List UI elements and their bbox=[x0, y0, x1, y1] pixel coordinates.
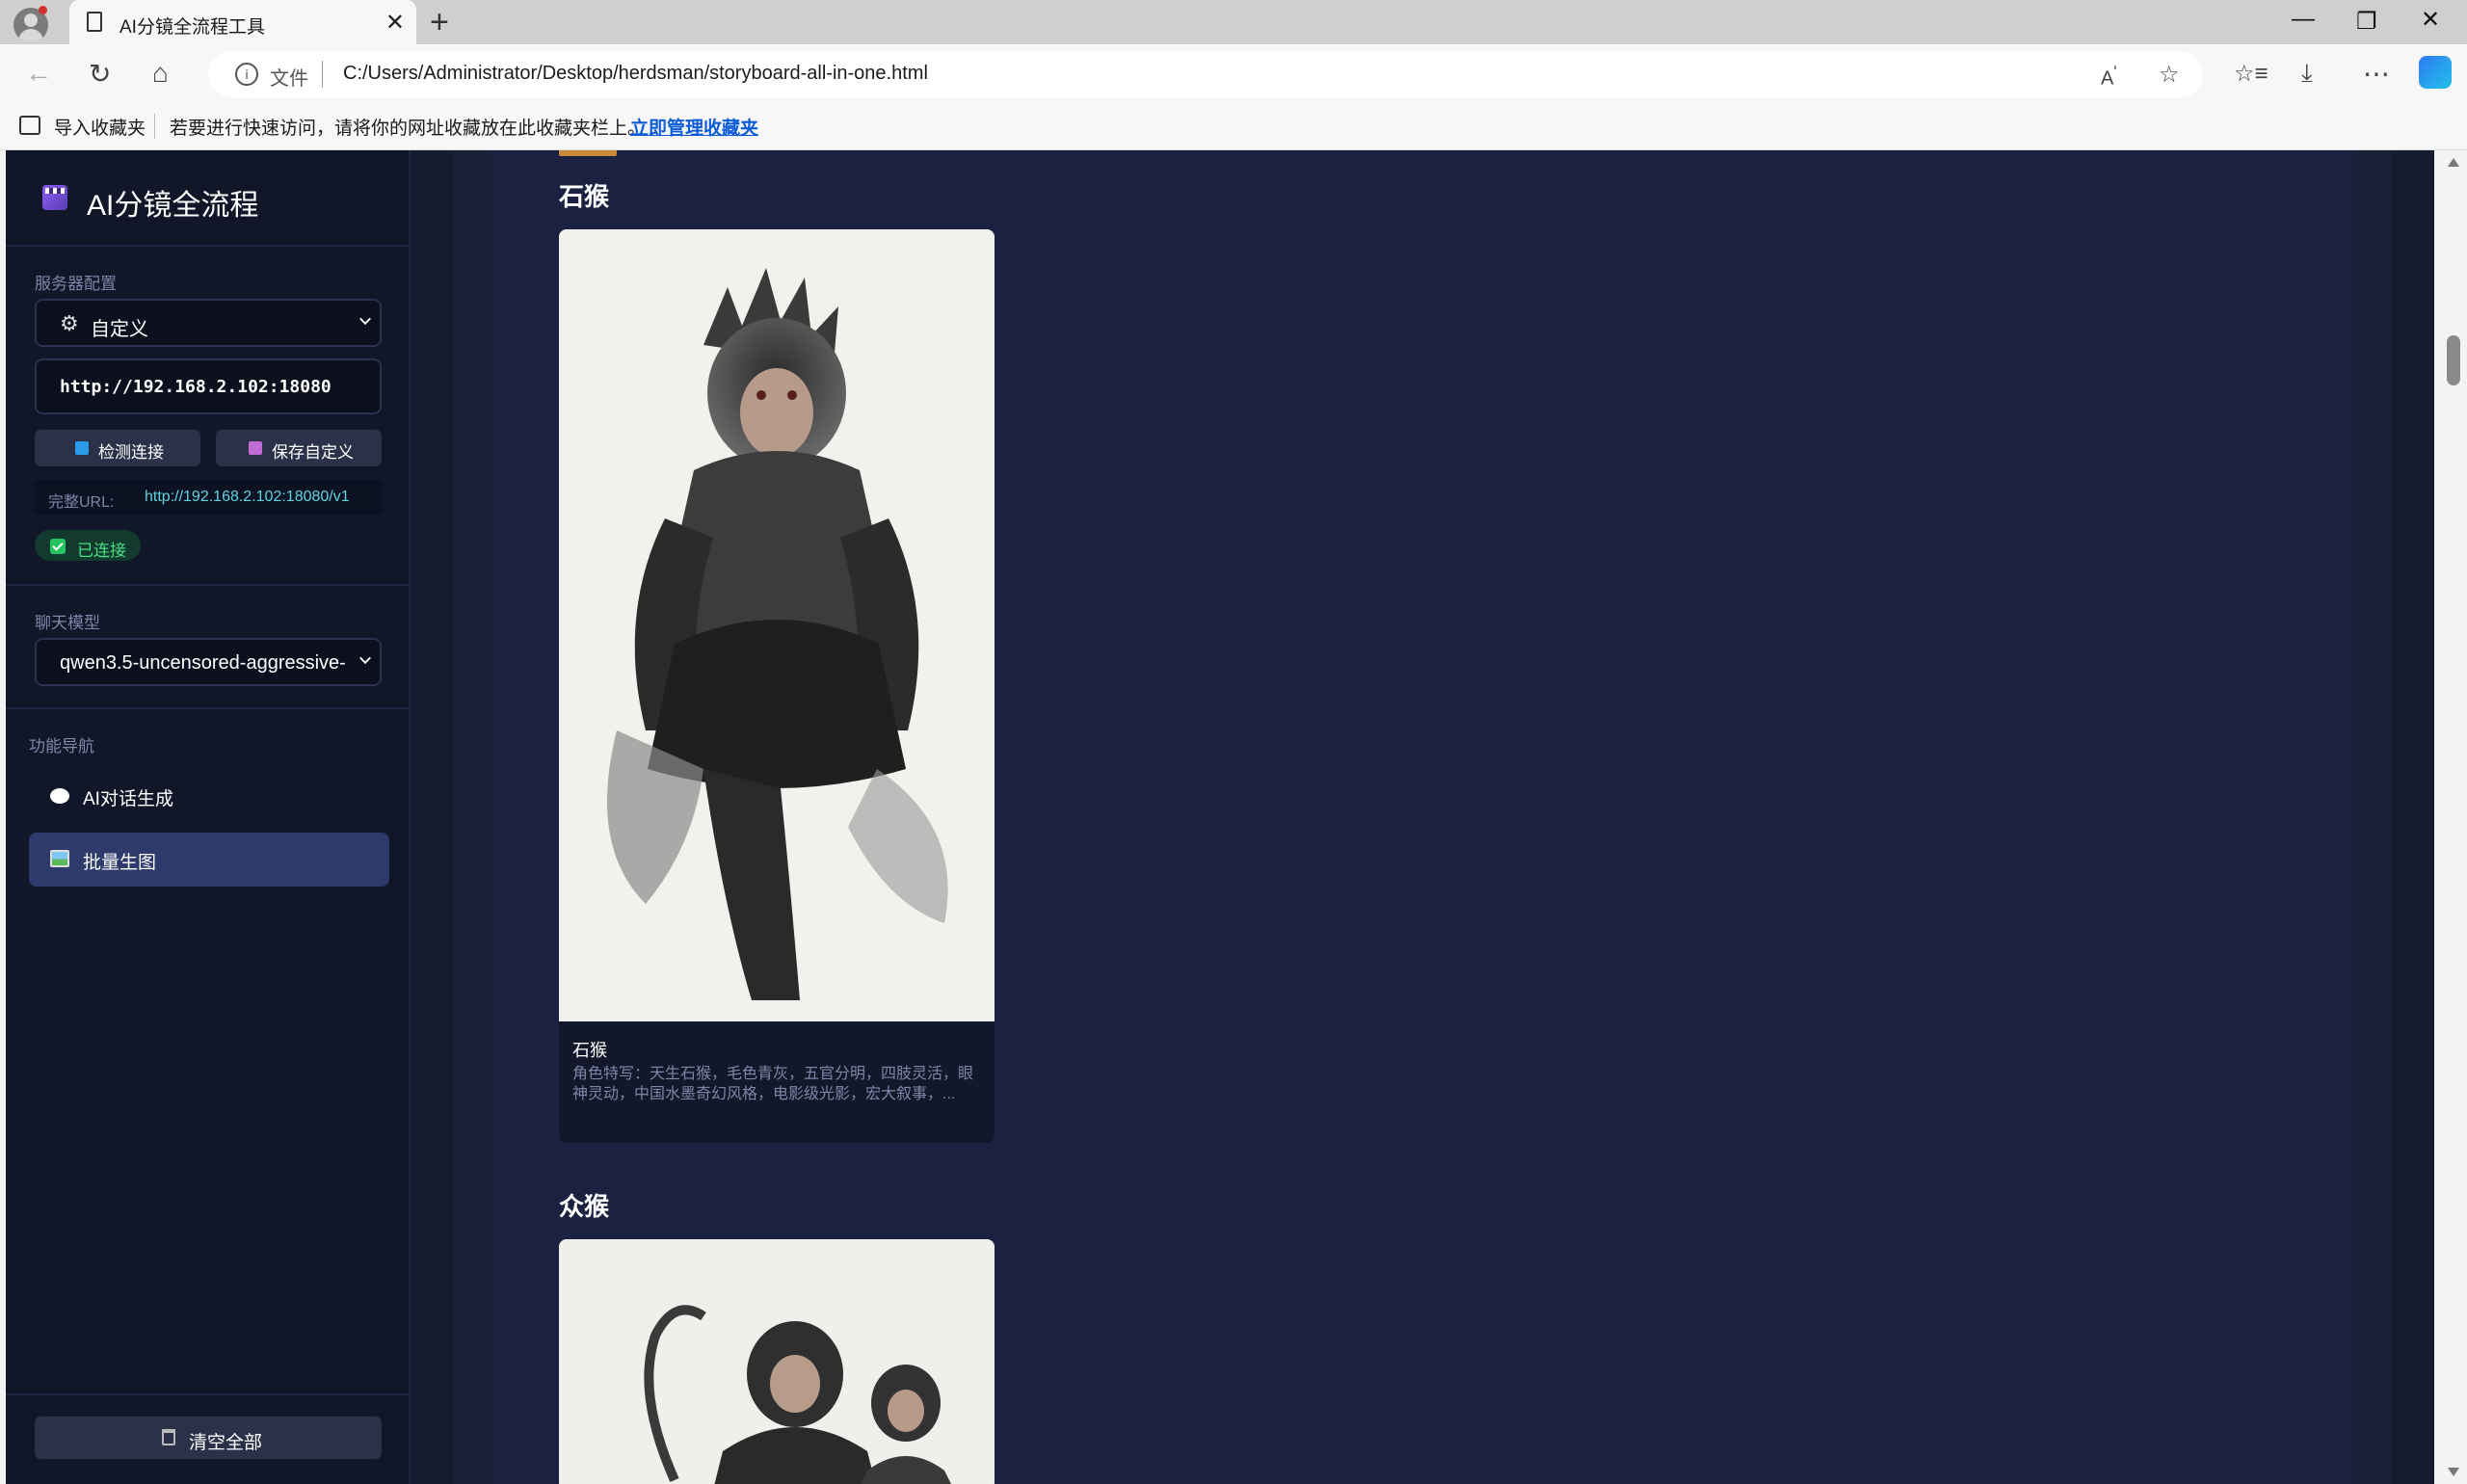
sidebar-divider bbox=[6, 1393, 411, 1395]
scroll-down-icon[interactable] bbox=[2448, 1468, 2459, 1476]
nav-item-batch-image[interactable]: 批量生图 bbox=[29, 833, 389, 887]
monkey-ink-illustration bbox=[559, 229, 995, 1021]
manage-favorites-link[interactable]: 立即管理收藏夹 bbox=[630, 114, 758, 140]
sidebar-divider bbox=[6, 584, 411, 586]
copilot-icon[interactable] bbox=[2419, 56, 2452, 89]
scrollbar-thumb[interactable] bbox=[2447, 335, 2460, 385]
address-url[interactable]: C:/Users/Administrator/Desktop/herdsman/… bbox=[343, 63, 928, 85]
character-description: 角色特写：天生石猴，毛色青灰，五官分明，四肢灵活，眼神灵动，中国水墨奇幻风格，电… bbox=[572, 1066, 974, 1102]
notification-dot-icon bbox=[39, 6, 47, 14]
model-select[interactable]: qwen3.5-uncensored-aggressive- bbox=[35, 638, 382, 686]
speech-bubble-icon bbox=[50, 788, 69, 804]
favorites-bar: 导入收藏夹 若要进行快速访问，请将你的网址收藏放在此收藏夹栏上。 立即管理收藏夹 bbox=[0, 104, 2467, 150]
server-section-label: 服务器配置 bbox=[35, 275, 117, 293]
nav-item-ai-chat[interactable]: AI对话生成 bbox=[29, 769, 389, 823]
more-icon[interactable]: ⋯ bbox=[2363, 58, 2390, 90]
server-url-input[interactable]: http://192.168.2.102:18080 bbox=[35, 358, 382, 414]
character-name: 石猴 bbox=[572, 1041, 607, 1060]
chevron-down-icon bbox=[359, 652, 371, 664]
refresh-square-icon bbox=[75, 441, 89, 455]
home-icon[interactable]: ⌂ bbox=[152, 58, 169, 89]
status-badge-label: 已连接 bbox=[77, 542, 126, 560]
character-card[interactable]: 石猴 角色特写：天生石猴，毛色青灰，五官分明，四肢灵活，眼神灵动，中国水墨奇幻风… bbox=[559, 229, 995, 1143]
browser-toolbar: ← ↻ ⌂ i 文件 C:/Users/Administrator/Deskto… bbox=[0, 44, 2467, 104]
document-icon bbox=[87, 12, 102, 32]
status-badge: 已连接 bbox=[35, 530, 141, 561]
address-separator bbox=[322, 61, 323, 88]
favorite-star-icon[interactable]: ☆ bbox=[2159, 61, 2180, 89]
import-favorites[interactable]: 导入收藏夹 bbox=[54, 114, 146, 140]
tab-title: AI分镜全流程工具 bbox=[119, 17, 265, 38]
server-select-value: 自定义 bbox=[91, 319, 148, 340]
sidebar: AI分镜全流程 服务器配置 ⚙ 自定义 http://192.168.2.102… bbox=[6, 150, 411, 1484]
info-icon[interactable]: i bbox=[235, 63, 258, 86]
close-tab-icon[interactable]: ✕ bbox=[385, 9, 405, 37]
previous-group-title bbox=[559, 150, 617, 156]
sidebar-header: AI分镜全流程 bbox=[6, 150, 411, 247]
full-url-label: 完整URL: bbox=[48, 494, 115, 511]
app-title: AI分镜全流程 bbox=[87, 190, 259, 222]
group-title: 石猴 bbox=[559, 182, 610, 211]
server-select[interactable]: ⚙ 自定义 bbox=[35, 299, 382, 347]
gallery[interactable]: 石猴 石猴 角色特写：天生石猴，毛色青灰，五官分明，四肢灵活，眼神灵动，中国水墨… bbox=[491, 150, 2353, 1484]
clear-all-button[interactable]: 清空全部 bbox=[35, 1417, 382, 1459]
monkeys-ink-illustration bbox=[559, 1239, 995, 1484]
model-section-label: 聊天模型 bbox=[35, 614, 100, 632]
nav-section-label: 功能导航 bbox=[29, 737, 94, 755]
favorites-icon[interactable]: ☆≡ bbox=[2234, 60, 2268, 88]
window-close-icon[interactable]: ✕ bbox=[2421, 6, 2440, 34]
nav-item-label: 批量生图 bbox=[83, 853, 157, 873]
clear-all-label: 清空全部 bbox=[189, 1433, 263, 1453]
browser-tab-bar: AI分镜全流程工具 ✕ + — ❐ ✕ bbox=[0, 0, 2467, 44]
favorites-separator bbox=[154, 114, 155, 139]
character-card[interactable] bbox=[559, 1239, 995, 1484]
character-image[interactable] bbox=[559, 1239, 995, 1484]
nav-item-label: AI对话生成 bbox=[83, 789, 173, 809]
read-aloud-icon[interactable]: Aʹ bbox=[2101, 63, 2117, 91]
character-image[interactable] bbox=[559, 229, 995, 1021]
back-icon[interactable]: ← bbox=[25, 58, 52, 89]
new-tab-icon[interactable]: + bbox=[430, 4, 449, 41]
download-icon[interactable]: ⤓ bbox=[2301, 58, 2313, 89]
favorites-hint: 若要进行快速访问，请将你的网址收藏放在此收藏夹栏上。 bbox=[170, 119, 647, 139]
floppy-icon bbox=[249, 441, 262, 455]
content-panel: 石猴 石猴 角色特写：天生石猴，毛色青灰，五官分明，四肢灵活，眼神灵动，中国水墨… bbox=[453, 150, 2392, 1484]
clapperboard-icon bbox=[42, 185, 67, 210]
chevron-down-icon bbox=[359, 313, 371, 325]
import-favorites-icon[interactable] bbox=[19, 116, 40, 135]
main-area: 石猴 石猴 角色特写：天生石猴，毛色青灰，五官分明，四肢灵活，眼神灵动，中国水墨… bbox=[411, 150, 2434, 1484]
refresh-icon[interactable]: ↻ bbox=[89, 58, 111, 90]
gear-icon: ⚙ bbox=[60, 311, 79, 335]
file-label: 文件 bbox=[270, 68, 308, 90]
checkmark-icon bbox=[50, 539, 66, 554]
page-scrollbar[interactable] bbox=[2440, 150, 2467, 1484]
model-select-value: qwen3.5-uncensored-aggressive- bbox=[60, 652, 346, 674]
sidebar-divider bbox=[6, 707, 411, 709]
full-url-display: 完整URL: http://192.168.2.102:18080/v1 bbox=[35, 480, 382, 515]
minimize-icon[interactable]: — bbox=[2292, 6, 2315, 33]
full-url-value: http://192.168.2.102:18080/v1 bbox=[145, 489, 350, 505]
picture-icon bbox=[50, 850, 69, 867]
save-custom-button[interactable]: 保存自定义 bbox=[216, 430, 382, 466]
group-title: 众猴 bbox=[559, 1192, 610, 1221]
address-bar[interactable]: i 文件 C:/Users/Administrator/Desktop/herd… bbox=[208, 51, 2203, 97]
browser-tab[interactable]: AI分镜全流程工具 ✕ bbox=[69, 0, 416, 44]
server-url-value: http://192.168.2.102:18080 bbox=[60, 377, 332, 397]
restore-icon[interactable]: ❐ bbox=[2356, 8, 2377, 36]
save-custom-label: 保存自定义 bbox=[272, 443, 354, 462]
app-root: AI分镜全流程 服务器配置 ⚙ 自定义 http://192.168.2.102… bbox=[6, 150, 2434, 1484]
check-connection-button[interactable]: 检测连接 bbox=[35, 430, 200, 466]
scroll-up-icon[interactable] bbox=[2448, 158, 2459, 167]
check-connection-label: 检测连接 bbox=[98, 443, 164, 462]
trash-icon bbox=[162, 1429, 175, 1445]
